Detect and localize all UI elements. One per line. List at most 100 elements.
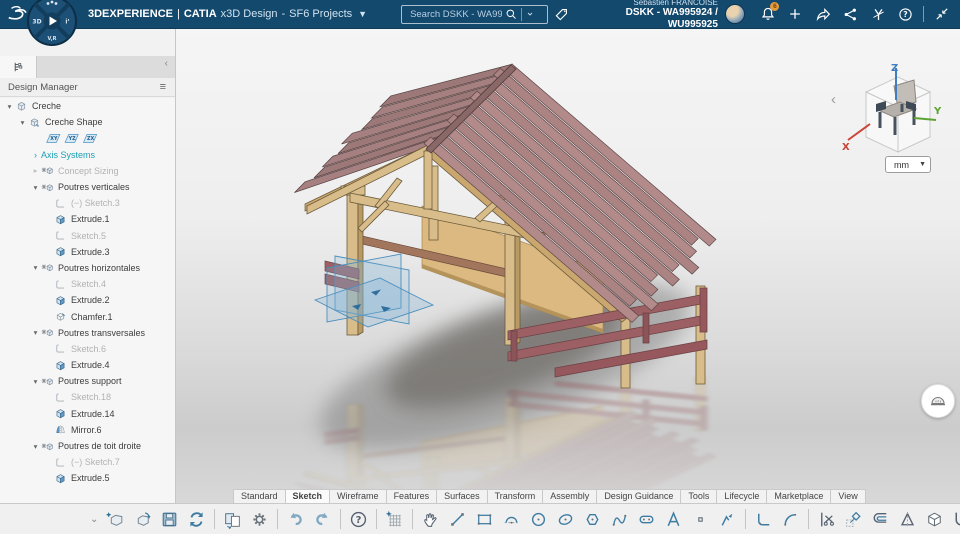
tree-expander[interactable]: ▾	[30, 328, 41, 337]
tree-item[interactable]: Extrude.2	[0, 292, 175, 308]
3dexperience-compass[interactable]: 3D i’ V,R	[26, 0, 78, 47]
redo-button[interactable]	[310, 507, 335, 532]
tree-item[interactable]: Extrude.14	[0, 406, 175, 422]
tree-expander[interactable]: ▾	[4, 102, 15, 111]
new-part-button[interactable]	[103, 507, 128, 532]
tree-item[interactable]: Extrude.5	[0, 470, 175, 486]
save-button[interactable]	[157, 507, 182, 532]
project-button[interactable]	[841, 507, 866, 532]
assistant-button[interactable]	[921, 384, 955, 418]
search-icon[interactable]	[504, 7, 518, 21]
text-button[interactable]	[661, 507, 686, 532]
tree-item-label: Creche Shape	[45, 117, 103, 128]
tree-item[interactable]: ▾ Poutres de toit droite	[0, 438, 175, 454]
point-button[interactable]	[688, 507, 713, 532]
open-part-button[interactable]	[130, 507, 155, 532]
tree-item[interactable]: Extrude.4	[0, 357, 175, 373]
trim-button[interactable]	[814, 507, 839, 532]
tab-view[interactable]: View	[830, 489, 866, 503]
line-button[interactable]	[445, 507, 470, 532]
panel-menu-icon[interactable]: ≡	[160, 82, 166, 93]
corner-button[interactable]	[751, 507, 776, 532]
panel-collapse-icon[interactable]: ‹	[165, 56, 175, 78]
hexagon-button[interactable]	[580, 507, 605, 532]
toolbar-collapse-chevron[interactable]: ⌄	[86, 514, 102, 525]
tab-tree[interactable]	[0, 56, 37, 78]
offset-button[interactable]	[868, 507, 893, 532]
rect-button[interactable]	[472, 507, 497, 532]
tab-sketch[interactable]: Sketch	[284, 489, 331, 503]
tree-item[interactable]: Sketch.18	[0, 389, 175, 405]
tab-marketplace[interactable]: Marketplace	[766, 489, 832, 503]
hand-button[interactable]	[418, 507, 443, 532]
polyline-button[interactable]	[715, 507, 740, 532]
search-box[interactable]	[401, 4, 548, 24]
chevron-down-icon[interactable]: ▼	[358, 9, 367, 19]
notifications-button[interactable]: 6	[756, 2, 780, 26]
tree-expander[interactable]: ▸	[30, 166, 41, 175]
tree-item[interactable]: ▸ Concept Sizing	[0, 163, 175, 179]
slot-button[interactable]	[634, 507, 659, 532]
tree-item[interactable]: Sketch.4	[0, 276, 175, 292]
ellipse-button[interactable]	[553, 507, 578, 532]
tree-item[interactable]: ▾ Creche	[0, 98, 175, 114]
tab-design-guidance[interactable]: Design Guidance	[596, 489, 682, 503]
tree-expander[interactable]: ▾	[30, 442, 41, 451]
user-info[interactable]: Sebastien FRANCOISE DSKK - WA995924 / WU…	[575, 0, 718, 30]
tree-expander[interactable]: ▾	[30, 183, 41, 192]
tab-transform[interactable]: Transform	[486, 489, 544, 503]
share-nodes-button[interactable]	[839, 2, 863, 26]
share-button[interactable]	[811, 2, 835, 26]
collapse-window-button[interactable]	[930, 2, 954, 26]
tree-expander[interactable]: ▾	[17, 118, 28, 127]
avatar[interactable]	[724, 4, 745, 24]
tree-item[interactable]: Extrude.3	[0, 244, 175, 260]
paste-button[interactable]	[220, 507, 245, 532]
tree-item[interactable]: Chamfer.1	[0, 308, 175, 324]
sync-button[interactable]	[184, 507, 209, 532]
tree-expander[interactable]: ▾	[30, 263, 41, 272]
spline-button[interactable]	[607, 507, 632, 532]
tree-item[interactable]	[0, 130, 175, 146]
tab-surfaces[interactable]: Surfaces	[436, 489, 488, 503]
tree-item[interactable]: ▾ Poutres transversales	[0, 325, 175, 341]
tab-features[interactable]: Features	[385, 489, 438, 503]
help-button[interactable]	[894, 2, 918, 26]
tree-item[interactable]: (−) Sketch.7	[0, 454, 175, 470]
arc-button[interactable]	[499, 507, 524, 532]
tab-assembly[interactable]: Assembly	[542, 489, 598, 503]
tree-item[interactable]: › Axis Systems	[0, 147, 175, 163]
tree-item[interactable]: (−) Sketch.3	[0, 195, 175, 211]
view-robot[interactable]: X Y Z	[838, 62, 942, 162]
mirror-tri-button[interactable]	[895, 507, 920, 532]
help-button[interactable]	[346, 507, 371, 532]
tab-tools[interactable]: Tools	[680, 489, 718, 503]
circle-button[interactable]	[526, 507, 551, 532]
grid-button[interactable]	[382, 507, 407, 532]
tree-item[interactable]: Mirror.6	[0, 422, 175, 438]
tree-item[interactable]: Sketch.6	[0, 341, 175, 357]
units-dropdown[interactable]: mm ▼	[885, 156, 931, 173]
add-button[interactable]	[783, 2, 807, 26]
collaboration-button[interactable]	[866, 2, 890, 26]
tree-item[interactable]: Sketch.5	[0, 228, 175, 244]
search-chevron-icon[interactable]	[525, 7, 535, 21]
3d-viewport[interactable]: ‹ X Y Z mm ▼	[175, 28, 960, 503]
tab-standard[interactable]: Standard	[233, 489, 286, 503]
cube-button[interactable]	[922, 507, 947, 532]
tree-item[interactable]: ▾ Creche Shape	[0, 114, 175, 130]
tree-item[interactable]: ▾ Poutres horizontales	[0, 260, 175, 276]
tree-item[interactable]: ▾ Poutres verticales	[0, 179, 175, 195]
exit-button[interactable]	[949, 507, 960, 532]
gear-button[interactable]	[247, 507, 272, 532]
tree-item[interactable]: Extrude.1	[0, 211, 175, 227]
tree-expander[interactable]: ▾	[30, 377, 41, 386]
arc2-button[interactable]	[778, 507, 803, 532]
search-input[interactable]	[408, 7, 505, 21]
tree-expander[interactable]: ›	[30, 150, 41, 160]
tab-wireframe[interactable]: Wireframe	[329, 489, 387, 503]
undo-button[interactable]	[283, 507, 308, 532]
tab-lifecycle[interactable]: Lifecycle	[716, 489, 768, 503]
tag-button[interactable]	[550, 2, 574, 26]
tree-item[interactable]: ▾ Poutres support	[0, 373, 175, 389]
